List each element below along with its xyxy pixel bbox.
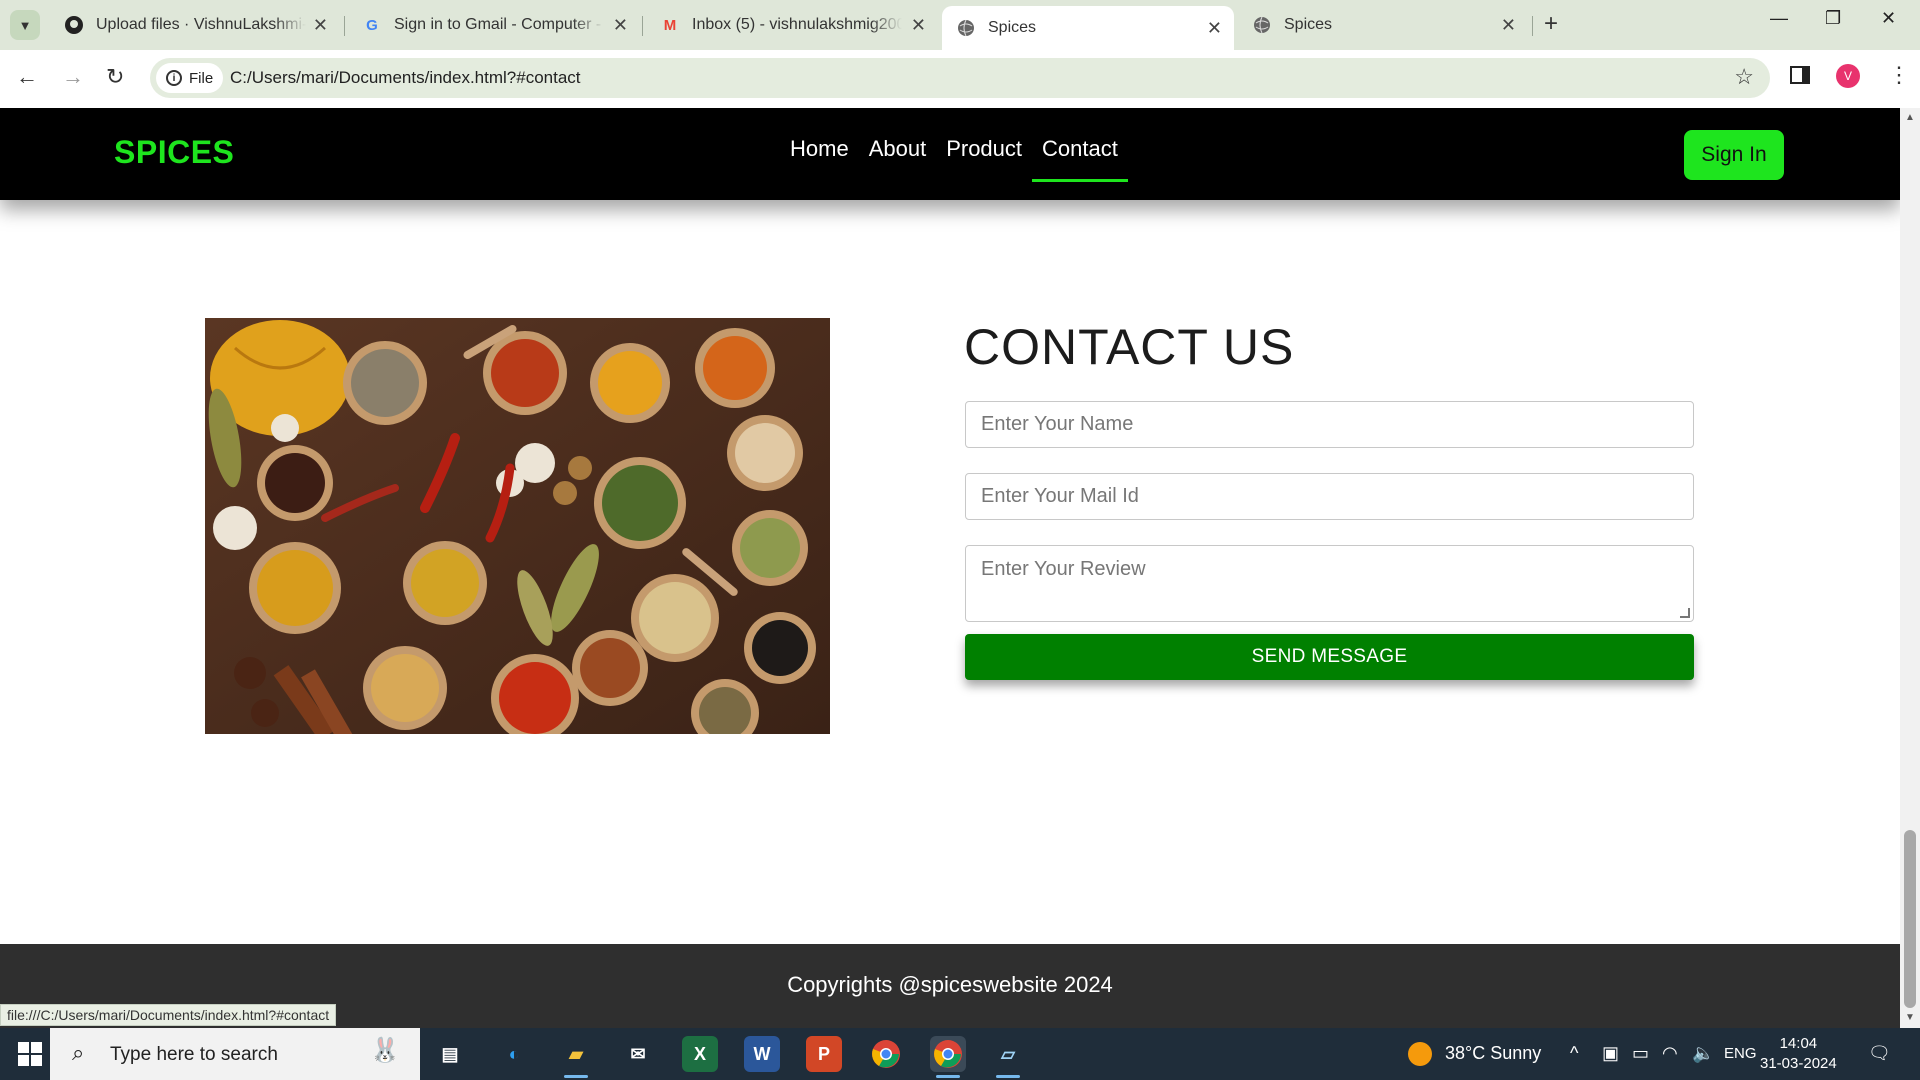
tab-spices[interactable]: Spices ✕ bbox=[1238, 6, 1528, 44]
powerpoint-icon[interactable]: P bbox=[806, 1036, 842, 1072]
mail-icon[interactable]: ✉ bbox=[620, 1036, 656, 1072]
site-info-chip[interactable]: i File bbox=[156, 63, 224, 93]
info-icon: i bbox=[166, 70, 182, 86]
globe-icon bbox=[956, 18, 976, 38]
task-view-icon[interactable]: ▤ bbox=[432, 1036, 468, 1072]
page-viewport: SPICES Home About Product Contact Sign I… bbox=[0, 108, 1900, 1028]
globe-icon bbox=[1252, 15, 1272, 35]
spices-image bbox=[205, 318, 830, 734]
chrome-profile-icon[interactable] bbox=[930, 1036, 966, 1078]
restore-icon[interactable]: ❐ bbox=[1825, 8, 1841, 29]
send-message-button[interactable]: SEND MESSAGE bbox=[965, 634, 1694, 680]
new-tab-plus-icon[interactable]: + bbox=[1544, 10, 1558, 38]
gmail-icon: M bbox=[663, 16, 677, 34]
site-logo[interactable]: SPICES bbox=[114, 134, 234, 171]
tab-upload-files[interactable]: Upload files · VishnuLakshmi-G ✕ bbox=[50, 6, 340, 44]
reload-icon[interactable]: ↻ bbox=[106, 64, 124, 90]
nav-home[interactable]: Home bbox=[780, 136, 859, 182]
review-placeholder: Enter Your Review bbox=[981, 558, 1146, 580]
battery-icon[interactable]: ▭ bbox=[1632, 1043, 1649, 1064]
forward-arrow-icon[interactable]: → bbox=[62, 64, 84, 90]
review-textarea[interactable]: Enter Your Review bbox=[965, 545, 1694, 622]
github-icon bbox=[64, 15, 84, 35]
language-indicator[interactable]: ENG bbox=[1724, 1045, 1757, 1062]
taskbar-search-box[interactable]: ⌕ Type here to search 🐰 bbox=[50, 1028, 420, 1080]
scroll-up-icon[interactable]: ▲ bbox=[1905, 112, 1915, 123]
nav-product[interactable]: Product bbox=[936, 136, 1032, 182]
close-tab-icon[interactable]: ✕ bbox=[313, 15, 328, 36]
nav-contact[interactable]: Contact bbox=[1032, 136, 1128, 182]
wifi-icon[interactable]: ◠ bbox=[1662, 1043, 1678, 1064]
mail-placeholder: Enter Your Mail Id bbox=[981, 485, 1139, 507]
device-icon[interactable]: ▣ bbox=[1602, 1043, 1619, 1064]
windows-start-icon[interactable] bbox=[18, 1042, 42, 1066]
tab-spices-active[interactable]: Spices ✕ bbox=[942, 6, 1234, 50]
word-icon[interactable]: W bbox=[744, 1036, 780, 1072]
address-bar[interactable]: i File C:/Users/mari/Documents/index.htm… bbox=[150, 58, 1770, 98]
tab-gmail-inbox[interactable]: M Inbox (5) - vishnulakshmig2004 ✕ bbox=[646, 6, 938, 44]
running-indicator bbox=[564, 1075, 588, 1078]
footer-copyright: Copyrights @spiceswebsite 2024 bbox=[787, 972, 1113, 997]
nav-about[interactable]: About bbox=[859, 136, 937, 182]
close-tab-icon[interactable]: ✕ bbox=[1501, 15, 1516, 36]
page-scrollbar[interactable]: ▲ ▼ bbox=[1900, 108, 1920, 1028]
contact-heading: CONTACT US bbox=[964, 319, 1295, 375]
tab-search-chevron-icon[interactable]: ▼ bbox=[10, 10, 40, 40]
close-tab-icon[interactable]: ✕ bbox=[911, 15, 926, 36]
scroll-down-icon[interactable]: ▼ bbox=[1905, 1012, 1915, 1023]
scrollbar-thumb[interactable] bbox=[1904, 830, 1916, 1008]
notifications-icon[interactable]: 🗨 bbox=[1868, 1043, 1891, 1064]
profile-avatar[interactable]: V bbox=[1836, 64, 1860, 88]
site-navbar: SPICES Home About Product Contact Sign I… bbox=[0, 108, 1900, 200]
close-window-icon[interactable]: ✕ bbox=[1881, 8, 1896, 29]
weather-text[interactable]: 38°C Sunny bbox=[1445, 1043, 1541, 1064]
notepad-icon[interactable]: ▱ bbox=[990, 1036, 1026, 1078]
search-icon: ⌕ bbox=[72, 1040, 85, 1065]
clock-time: 14:04 bbox=[1779, 1035, 1818, 1052]
back-arrow-icon[interactable]: ← bbox=[16, 64, 38, 90]
close-tab-icon[interactable]: ✕ bbox=[613, 15, 628, 36]
clock-date: 31-03-2024 bbox=[1760, 1055, 1837, 1072]
minimize-icon[interactable]: — bbox=[1770, 8, 1788, 29]
weather-sun-icon[interactable] bbox=[1408, 1042, 1432, 1066]
edge-browser-icon[interactable]: ◐ bbox=[496, 1036, 532, 1072]
volume-icon[interactable]: 🔈 bbox=[1692, 1043, 1714, 1064]
system-clock[interactable]: 14:04 31-03-2024 bbox=[1760, 1034, 1837, 1074]
tab-separator bbox=[642, 16, 643, 36]
sign-in-button[interactable]: Sign In bbox=[1684, 130, 1784, 180]
show-hidden-icons-icon[interactable]: ^ bbox=[1570, 1043, 1578, 1064]
side-panel-icon[interactable] bbox=[1790, 66, 1810, 84]
chrome-icon[interactable] bbox=[868, 1036, 904, 1072]
name-input[interactable]: Enter Your Name bbox=[965, 401, 1694, 448]
status-bar-url: file:///C:/Users/mari/Documents/index.ht… bbox=[0, 1004, 337, 1026]
nav-links: Home About Product Contact bbox=[780, 136, 1128, 182]
excel-icon[interactable]: X bbox=[682, 1036, 718, 1072]
tab-separator bbox=[344, 16, 345, 36]
running-indicator bbox=[996, 1075, 1020, 1078]
tab-separator bbox=[1532, 16, 1533, 36]
browser-toolbar: ← → ↻ i File C:/Users/mari/Documents/ind… bbox=[0, 50, 1920, 108]
browser-menu-icon[interactable]: ⋮ bbox=[1888, 62, 1910, 88]
google-icon: G bbox=[366, 16, 378, 34]
resize-handle-icon[interactable] bbox=[1680, 608, 1690, 618]
windows-taskbar: ⌕ Type here to search 🐰 ▤ ◐ ▰ ✉ X W P ▱ … bbox=[0, 1028, 1920, 1080]
browser-tab-strip: ▼ Upload files · VishnuLakshmi-G ✕ G Sig… bbox=[0, 0, 1920, 50]
tab-gmail-signin[interactable]: G Sign in to Gmail - Computer - G ✕ bbox=[348, 6, 640, 44]
bookmark-star-icon[interactable]: ☆ bbox=[1734, 64, 1754, 90]
running-indicator bbox=[936, 1075, 960, 1078]
close-tab-icon[interactable]: ✕ bbox=[1207, 18, 1222, 39]
file-explorer-icon[interactable]: ▰ bbox=[558, 1036, 594, 1078]
url-text[interactable]: C:/Users/mari/Documents/index.html?#cont… bbox=[230, 68, 581, 88]
name-placeholder: Enter Your Name bbox=[981, 413, 1134, 435]
search-highlight-icon: 🐰 bbox=[370, 1037, 400, 1064]
mail-input[interactable]: Enter Your Mail Id bbox=[965, 473, 1694, 520]
